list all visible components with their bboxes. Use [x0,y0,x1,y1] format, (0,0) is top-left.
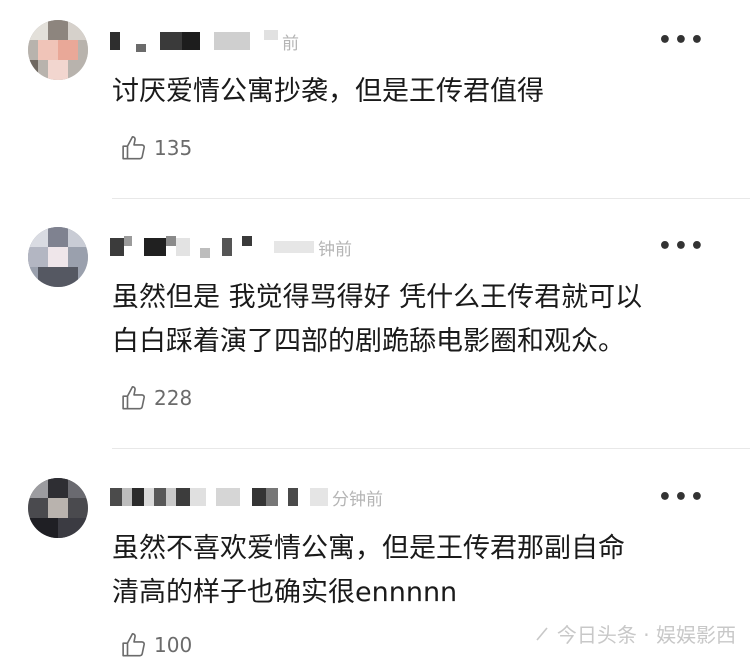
comment-text: 讨厌爱情公寓抄袭，但是王传君值得 [112,76,544,107]
avatar[interactable] [28,478,88,538]
like-count: 135 [154,136,193,160]
more-dots-icon[interactable]: ••• [658,487,706,509]
avatar[interactable] [28,20,88,80]
avatar-mosaic [28,227,88,287]
comment-text-line: 虽然不喜欢爱情公寓，但是王传君那副自命 [112,533,625,564]
like-count: 100 [154,633,193,657]
comment-text-line: 白白踩着演了四部的剧跪舔电影圈和观众。 [112,326,625,357]
thumbs-up-icon [122,135,145,160]
avatar-mosaic [28,478,88,538]
timestamp: 前 [282,33,299,54]
like-button[interactable]: 228 [120,383,192,413]
comment-text-line: 虽然但是 我觉得骂得好 凭什么王传君就可以 [112,282,643,313]
username-redacted[interactable]: 钟前 [110,236,352,260]
more-dots-icon[interactable]: ••• [658,236,706,258]
timestamp: 钟前 [318,239,352,260]
divider [112,198,750,199]
like-button[interactable]: 100 [120,630,192,660]
more-dots-icon[interactable]: ••• [658,30,706,52]
pen-icon [536,626,548,641]
thumbs-up-icon [122,632,145,657]
username-redacted[interactable]: 前 [110,30,299,54]
avatar[interactable] [28,227,88,287]
divider [112,448,750,449]
thumbs-up-icon [122,385,145,410]
avatar-mosaic [28,20,88,80]
comment-text-line: 清高的样子也确实很ennnnn [112,577,458,608]
like-button[interactable]: 135 [120,133,192,163]
username-redacted[interactable]: 分钟前 [110,486,383,510]
timestamp: 分钟前 [332,489,383,510]
like-count: 228 [154,386,193,410]
